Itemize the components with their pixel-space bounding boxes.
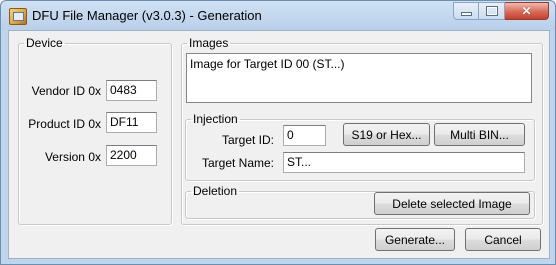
app-icon: [9, 8, 27, 25]
close-button[interactable]: ✕: [505, 2, 549, 20]
vendor-id-field[interactable]: 0483: [106, 80, 157, 101]
injection-group-legend: Injection: [193, 112, 238, 126]
target-id-field[interactable]: 0: [283, 125, 326, 146]
multi-bin-button[interactable]: Multi BIN...: [434, 123, 525, 146]
target-name-label: Target Name:: [201, 156, 274, 170]
dfu-file-manager-window: DFU File Manager (v3.0.3) - Generation ✕…: [0, 0, 556, 265]
version-label: Version 0x: [44, 150, 101, 164]
version-field[interactable]: 2200: [106, 145, 157, 166]
minimize-button[interactable]: [453, 2, 479, 20]
images-group-legend: Images: [189, 36, 229, 50]
s19-or-hex-button[interactable]: S19 or Hex...: [343, 123, 430, 146]
dialog-client-area: Device Vendor ID 0x 0483 Product ID 0x D…: [8, 30, 550, 259]
product-id-label: Product ID 0x: [28, 117, 101, 131]
minimize-icon: [460, 12, 472, 16]
images-listbox[interactable]: Image for Target ID 00 (ST...): [186, 53, 532, 103]
maximize-icon: [486, 7, 497, 15]
device-group-legend: Device: [26, 36, 63, 50]
cancel-button[interactable]: Cancel: [465, 228, 541, 251]
product-id-field[interactable]: DF11: [106, 112, 157, 133]
target-name-field[interactable]: ST...: [283, 152, 525, 173]
generate-button[interactable]: Generate...: [375, 228, 455, 251]
window-title: DFU File Manager (v3.0.3) - Generation: [32, 8, 262, 23]
title-bar[interactable]: DFU File Manager (v3.0.3) - Generation ✕: [1, 1, 555, 30]
vendor-id-label: Vendor ID 0x: [31, 84, 101, 98]
list-item[interactable]: Image for Target ID 00 (ST...): [190, 57, 345, 71]
close-icon: ✕: [521, 4, 532, 18]
deletion-group-legend: Deletion: [193, 184, 238, 198]
maximize-button[interactable]: [479, 2, 505, 20]
target-id-label: Target ID:: [221, 133, 274, 147]
caption-buttons: ✕: [453, 2, 549, 20]
delete-selected-image-button[interactable]: Delete selected Image: [374, 192, 530, 215]
